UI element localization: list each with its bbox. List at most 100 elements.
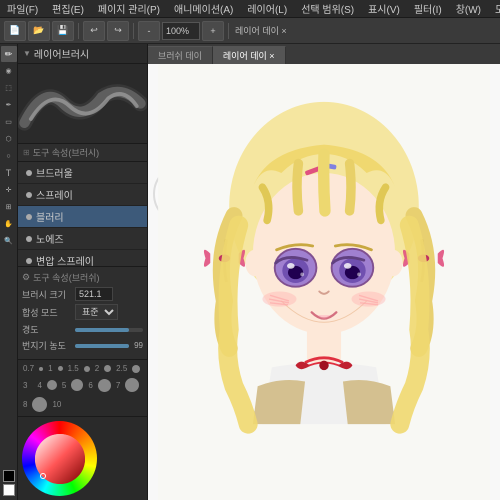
brush-noise-label: 노에즈 bbox=[36, 231, 64, 246]
toolbar-separator-2 bbox=[133, 23, 134, 39]
zoom-out-button[interactable]: - bbox=[138, 21, 160, 41]
opacity-slider[interactable] bbox=[75, 328, 143, 332]
size-dot-3[interactable] bbox=[84, 366, 90, 372]
opacity-row: 경도 bbox=[22, 323, 143, 336]
size-dot-6[interactable] bbox=[47, 380, 57, 390]
brush-size-input[interactable] bbox=[75, 287, 113, 301]
eraser-tool[interactable]: ▭ bbox=[1, 114, 17, 130]
shape-tool[interactable]: ○ bbox=[1, 148, 17, 164]
menu-file[interactable]: 파일(F) bbox=[4, 1, 41, 16]
new-canvas-button[interactable]: 📄 bbox=[4, 21, 26, 41]
main-area: ✏ ◉ ⬚ ✒ ▭ ⬡ ○ T ✛ ⊞ ✋ 🔍 ▼ 레이어브러시 bbox=[0, 44, 500, 500]
brush-list[interactable]: 브드러울 스프레이 블러리 노에즈 변압 스프레이 ● 보조 도구 추가 bbox=[18, 162, 147, 266]
text-tool[interactable]: T bbox=[1, 165, 17, 181]
transform-tool[interactable]: ⊞ bbox=[1, 199, 17, 215]
anime-character-illustration bbox=[148, 64, 500, 500]
canvas-tab-1[interactable]: 레이어 데이 × bbox=[213, 46, 286, 64]
size-6[interactable]: 6 bbox=[88, 381, 92, 390]
hand-tool[interactable]: ✋ bbox=[1, 216, 17, 232]
brush-size-row: 브러시 크기 bbox=[22, 287, 143, 301]
move-tool[interactable]: ✛ bbox=[1, 182, 17, 198]
menu-bar: 파일(F) 편집(E) 페이지 관리(P) 애니메이션(A) 레이어(L) 선택… bbox=[0, 0, 500, 18]
size-dot-4[interactable] bbox=[104, 365, 111, 372]
zoom-in-button[interactable]: + bbox=[202, 21, 224, 41]
pencil-tool[interactable]: ✏ bbox=[1, 46, 17, 62]
menu-edit[interactable]: 편집(E) bbox=[49, 1, 87, 16]
lasso-tool[interactable]: ◉ bbox=[1, 63, 17, 79]
brush-blur-label: 블러리 bbox=[36, 209, 64, 224]
color-wheel[interactable] bbox=[22, 421, 97, 496]
subtool-label: 도구 속성(브러시) bbox=[33, 146, 99, 159]
zoom-input[interactable] bbox=[162, 22, 200, 40]
density-value: 99 bbox=[134, 341, 143, 350]
zoom-tool[interactable]: 🔍 bbox=[1, 233, 17, 249]
canvas-tab-0[interactable]: 브러쉬 데이 bbox=[148, 46, 213, 64]
brush-dot-icon bbox=[26, 192, 32, 198]
size-0-7[interactable]: 0.7 bbox=[23, 364, 34, 373]
blend-mode-select[interactable]: 표준 bbox=[75, 304, 118, 320]
menu-view[interactable]: 표시(V) bbox=[365, 1, 403, 16]
background-color[interactable] bbox=[3, 484, 15, 496]
size-10[interactable]: 10 bbox=[52, 400, 61, 409]
blend-mode-label: 합성 모드 bbox=[22, 306, 72, 319]
undo-button[interactable]: ↩ bbox=[83, 21, 105, 41]
tool-options-panel: ⚙ 도구 속성(브러쉬) 브러시 크기 합성 모드 표준 경도 번지 bbox=[18, 266, 147, 359]
brush-item-variation[interactable]: 변압 스프레이 bbox=[18, 250, 147, 266]
subtool-icon: ⊞ bbox=[23, 148, 30, 157]
left-toolbox: ✏ ◉ ⬚ ✒ ▭ ⬡ ○ T ✛ ⊞ ✋ 🔍 bbox=[0, 44, 18, 500]
brush-panel-title: 레이어브러시 bbox=[34, 46, 89, 61]
size-3[interactable]: 3 bbox=[23, 381, 27, 390]
fill-tool[interactable]: ⬡ bbox=[1, 131, 17, 147]
drawing-canvas[interactable] bbox=[148, 64, 500, 500]
size-dot-9[interactable] bbox=[125, 378, 139, 392]
menu-window[interactable]: 창(W) bbox=[453, 1, 484, 16]
menu-page[interactable]: 페이지 관리(P) bbox=[95, 1, 163, 16]
pen-tool[interactable]: ✒ bbox=[1, 97, 17, 113]
size-dot-7[interactable] bbox=[71, 379, 83, 391]
size-dot-10[interactable] bbox=[32, 397, 47, 412]
toolbar-separator-1 bbox=[78, 23, 79, 39]
density-label: 번지기 농도 bbox=[22, 339, 72, 352]
canvas-area[interactable]: 브러쉬 데이 레이어 데이 × bbox=[148, 44, 500, 500]
menu-help[interactable]: 도움말(H) bbox=[492, 1, 500, 16]
size-5[interactable]: 5 bbox=[62, 381, 66, 390]
brush-size-label: 브러시 크기 bbox=[22, 288, 72, 301]
size-7[interactable]: 7 bbox=[116, 381, 120, 390]
size-4[interactable]: 4 bbox=[37, 381, 41, 390]
color-wheel-inner[interactable] bbox=[35, 434, 85, 484]
open-button[interactable]: 📂 bbox=[28, 21, 50, 41]
brush-soft-label: 브드러울 bbox=[36, 165, 73, 180]
foreground-color[interactable] bbox=[3, 470, 15, 482]
brush-item-noise[interactable]: 노에즈 bbox=[18, 228, 147, 250]
size-1[interactable]: 1 bbox=[48, 364, 52, 373]
brush-dot-icon bbox=[26, 214, 32, 220]
left-panel: ▼ 레이어브러시 ⊞ 도구 속성(브러시) 브드러울 스프레이 bbox=[18, 44, 148, 500]
size-dot-8[interactable] bbox=[98, 379, 111, 392]
brush-item-spray[interactable]: 스프레이 bbox=[18, 184, 147, 206]
density-slider[interactable] bbox=[75, 344, 129, 348]
size-dot-2[interactable] bbox=[58, 366, 63, 371]
menu-layer[interactable]: 레이어(L) bbox=[244, 1, 290, 16]
size-2-5[interactable]: 2.5 bbox=[116, 364, 127, 373]
size-dot-5[interactable] bbox=[132, 365, 140, 373]
redo-button[interactable]: ↪ bbox=[107, 21, 129, 41]
tool-options-header: ⚙ 도구 속성(브러쉬) bbox=[22, 271, 143, 284]
size-2[interactable]: 2 bbox=[95, 364, 99, 373]
size-8[interactable]: 8 bbox=[23, 400, 27, 409]
menu-filter[interactable]: 필터(I) bbox=[411, 1, 445, 16]
color-picker-cursor bbox=[40, 473, 46, 479]
save-button[interactable]: 💾 bbox=[52, 21, 74, 41]
size-dot-1[interactable] bbox=[39, 367, 43, 371]
brush-sizes-panel: 0.7 1 1.5 2 2.5 3 4 5 6 7 8 10 bbox=[18, 359, 147, 416]
brush-item-blur[interactable]: 블러리 bbox=[18, 206, 147, 228]
menu-animation[interactable]: 애니메이션(A) bbox=[171, 1, 236, 16]
brush-variation-label: 변압 스프레이 bbox=[36, 253, 94, 266]
size-1-5[interactable]: 1.5 bbox=[68, 364, 79, 373]
selection-tool[interactable]: ⬚ bbox=[1, 80, 17, 96]
brush-item-soft[interactable]: 브드러울 bbox=[18, 162, 147, 184]
brush-panel-header: ▼ 레이어브러시 bbox=[18, 44, 147, 64]
toolbar-separator-3 bbox=[228, 23, 229, 39]
density-row: 번지기 농도 99 bbox=[22, 339, 143, 352]
brush-dot-icon bbox=[26, 170, 32, 176]
menu-select[interactable]: 선택 범위(S) bbox=[298, 1, 357, 16]
